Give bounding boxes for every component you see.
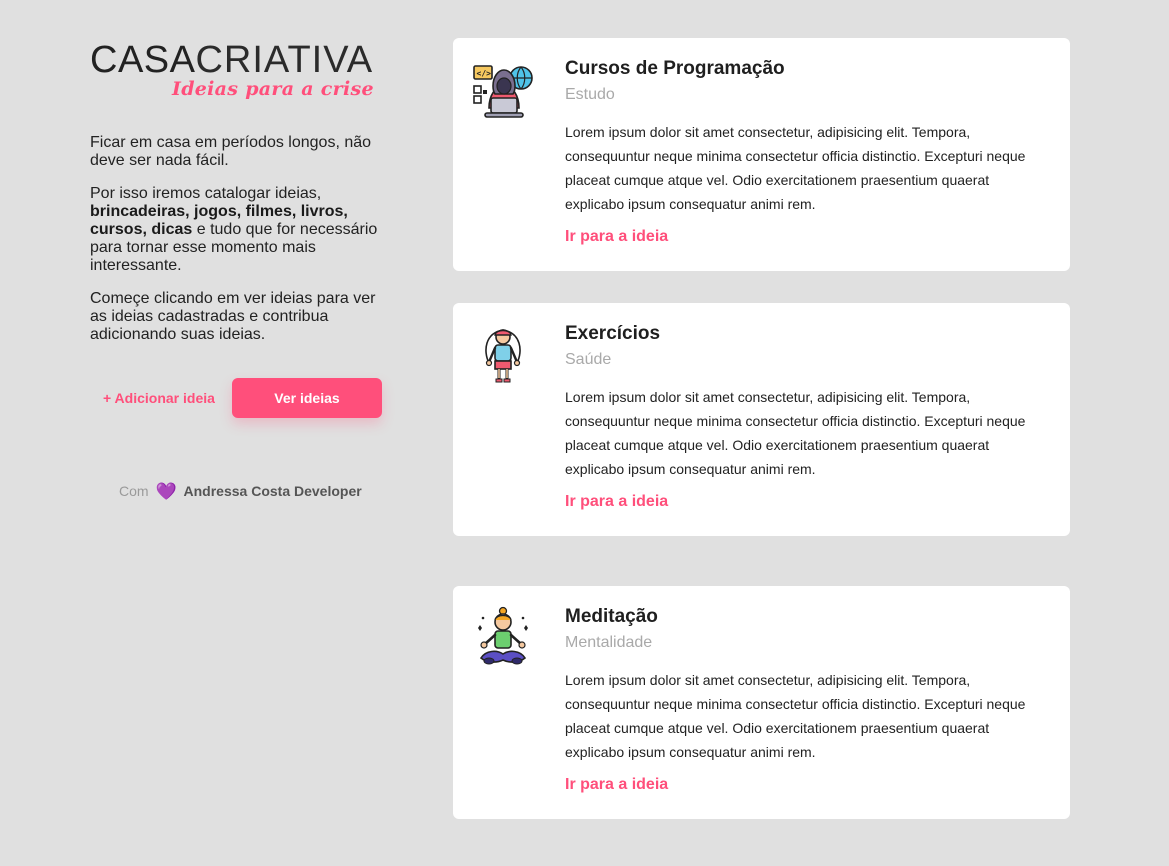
jump-rope-icon <box>473 323 533 385</box>
go-to-idea-link[interactable]: Ir para a ideia <box>565 776 1045 794</box>
intro-paragraph-1: Ficar em casa em períodos longos, não de… <box>90 134 372 169</box>
footer-prefix: Com <box>119 483 149 499</box>
idea-description: Lorem ipsum dolor sit amet consectetur, … <box>565 124 1026 212</box>
sidebar: CASACRIATIVA Ideias para a crise Ficar e… <box>90 40 390 501</box>
idea-card-body: Exercícios Saúde Lorem ipsum dolor sit a… <box>565 323 1045 511</box>
add-idea-button[interactable]: + Adicionar ideia <box>103 390 215 406</box>
programmer-icon: </> <box>473 58 533 120</box>
logo: CASACRIATIVA Ideias para a crise <box>90 40 390 104</box>
idea-category: Estudo <box>565 86 615 103</box>
logo-wordmark: CASACRIATIVA <box>90 40 390 80</box>
idea-card-body: Cursos de Programação Estudo Lorem ipsum… <box>565 58 1045 246</box>
idea-card: Meditação Mentalidade Lorem ipsum dolor … <box>453 586 1070 819</box>
meditation-icon <box>473 606 533 668</box>
idea-description: Lorem ipsum dolor sit amet consectetur, … <box>565 672 1026 760</box>
idea-title: Cursos de Programação <box>565 58 785 79</box>
idea-category: Mentalidade <box>565 634 653 651</box>
intro-p2-prefix: Por isso iremos catalogar ideias, <box>90 185 322 202</box>
intro-paragraph-3: Começe clicando em ver ideias para ver a… <box>90 290 376 343</box>
go-to-idea-link[interactable]: Ir para a ideia <box>565 228 1045 246</box>
see-ideas-button[interactable]: Ver ideias <box>232 378 382 418</box>
logo-tagline: Ideias para a crise <box>172 78 374 100</box>
idea-title: Exercícios <box>565 323 661 344</box>
idea-card-body: Meditação Mentalidade Lorem ipsum dolor … <box>565 606 1045 794</box>
footer-credit: Com 💜 Andressa Costa Developer <box>119 482 362 502</box>
intro-text: Ficar em casa em períodos longos, não de… <box>90 134 382 344</box>
logo-name-part2: CRIATIVA <box>195 39 374 81</box>
idea-title: Meditação <box>565 606 658 627</box>
heart-icon: 💜 <box>155 482 177 501</box>
idea-card: Exercícios Saúde Lorem ipsum dolor sit a… <box>453 303 1070 536</box>
footer-author: Andressa Costa Developer <box>183 483 362 499</box>
idea-card: </> Cursos de Programação Estudo Lorem i… <box>453 38 1070 271</box>
idea-category: Saúde <box>565 351 612 368</box>
go-to-idea-link[interactable]: Ir para a ideia <box>565 493 1045 511</box>
intro-paragraph-2: Por isso iremos catalogar ideias, brinca… <box>90 185 382 275</box>
idea-description: Lorem ipsum dolor sit amet consectetur, … <box>565 389 1026 477</box>
logo-name-part1: CASA <box>90 39 196 81</box>
action-bar: + Adicionar ideia Ver ideias <box>90 378 390 418</box>
svg-text:</>: </> <box>477 69 492 78</box>
